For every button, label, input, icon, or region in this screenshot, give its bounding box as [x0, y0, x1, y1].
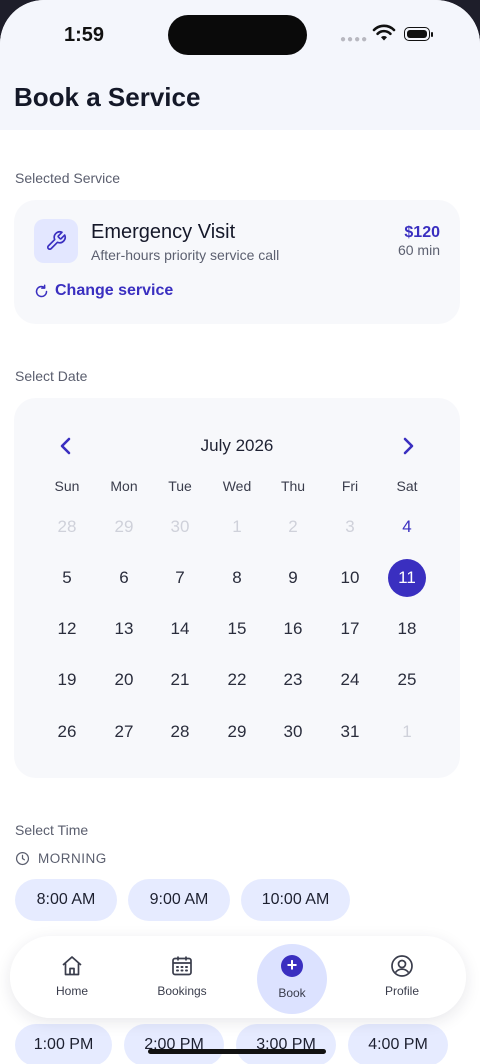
tab-bookings[interactable]: Bookings	[132, 936, 232, 1018]
tab-bar: Home Bookings + Book Profile	[10, 936, 466, 1018]
calendar-day[interactable]: 22	[218, 661, 256, 699]
calendar-day[interactable]: 15	[218, 610, 256, 648]
calendar-day[interactable]: 17	[331, 610, 369, 648]
calendar: July 2026 Sun Mon Tue Wed Thu Fri Sat 28 29 30 1 2 3…	[14, 398, 460, 778]
calendar-day[interactable]: 8	[218, 559, 256, 597]
weekday-label: Tue	[168, 478, 192, 494]
page-title: Book a Service	[14, 82, 201, 112]
cellular-signal-icon: ●●●●	[340, 34, 369, 45]
calendar-day[interactable]: 19	[48, 661, 86, 699]
tab-profile-label: Profile	[384, 984, 419, 998]
calendar-day[interactable]: 14	[161, 610, 199, 648]
change-service-label: Change service	[55, 282, 174, 299]
time-slot-morning[interactable]: 8:00 AM	[15, 879, 117, 921]
time-slot-afternoon[interactable]: 3:00 PM	[236, 1024, 336, 1064]
service-name: Emergency Visit	[91, 221, 236, 243]
time-slot-afternoon[interactable]: 1:00 PM	[15, 1024, 112, 1064]
screen: 1:59 ●●●● Book a Service Selected Servic…	[0, 0, 480, 1064]
calendar-day[interactable]: 24	[331, 661, 369, 699]
plus-circle-icon: +	[281, 955, 303, 977]
weekday-label: Sun	[54, 478, 80, 494]
calendar-day[interactable]: 21	[161, 661, 199, 699]
morning-header: MORNING	[15, 851, 107, 866]
calendar-day[interactable]: 23	[274, 661, 312, 699]
calendar-day-disabled: 29	[114, 517, 134, 536]
tab-bookings-label: Bookings	[157, 984, 207, 998]
time-slot-morning[interactable]: 9:00 AM	[128, 879, 230, 921]
calendar-day-disabled: 2	[288, 517, 298, 536]
weekday-label: Sat	[396, 478, 418, 494]
calendar-icon	[172, 956, 192, 976]
select-time-label: Select Time	[15, 822, 89, 838]
calendar-day-disabled: 3	[345, 517, 355, 536]
calendar-day[interactable]: 28	[161, 713, 199, 751]
weekday-label: Wed	[222, 478, 252, 494]
calendar-day[interactable]: 29	[218, 713, 256, 751]
tab-home[interactable]: Home	[22, 936, 122, 1018]
home-indicator	[148, 1049, 326, 1054]
calendar-day[interactable]: 4	[388, 508, 426, 546]
calendar-day[interactable]: 13	[105, 610, 143, 648]
calendar-day[interactable]: 30	[274, 713, 312, 751]
battery-icon	[404, 27, 433, 41]
service-card: Emergency Visit After-hours priority ser…	[14, 200, 460, 324]
select-date-label: Select Date	[15, 368, 88, 384]
chevron-right-icon	[403, 437, 414, 455]
service-description: After-hours priority service call	[91, 247, 280, 263]
calendar-day[interactable]: 5	[48, 559, 86, 597]
time-slot-morning[interactable]: 10:00 AM	[241, 879, 350, 921]
morning-label: MORNING	[38, 851, 107, 866]
dynamic-island	[168, 15, 307, 55]
weekday-label: Mon	[110, 478, 138, 494]
status-time: 1:59	[64, 24, 105, 46]
tab-book-label: Book	[278, 986, 306, 1000]
calendar-day-disabled: 30	[170, 517, 190, 536]
change-service-button[interactable]: Change service	[34, 282, 173, 300]
calendar-day[interactable]: 9	[274, 559, 312, 597]
calendar-day[interactable]: 26	[48, 713, 86, 751]
calendar-day[interactable]: 6	[105, 559, 143, 597]
weekday-label: Fri	[341, 478, 359, 494]
calendar-day-selected[interactable]: 11	[388, 559, 426, 597]
calendar-day[interactable]: 10	[331, 559, 369, 597]
user-circle-icon	[391, 955, 413, 977]
weekday-label: Thu	[280, 478, 306, 494]
selected-service-label: Selected Service	[15, 170, 121, 186]
clock-icon	[15, 851, 30, 866]
wifi-icon	[372, 24, 396, 41]
tab-home-label: Home	[55, 984, 88, 998]
calendar-day[interactable]: 16	[274, 610, 312, 648]
refresh-icon	[35, 284, 48, 297]
calendar-day-disabled: 28	[57, 517, 77, 536]
calendar-day[interactable]: 12	[48, 610, 86, 648]
home-icon	[62, 956, 82, 976]
calendar-day[interactable]: 25	[388, 661, 426, 699]
calendar-day-disabled: 1	[402, 722, 412, 741]
service-duration: 60 min	[397, 242, 440, 258]
next-month-button[interactable]	[394, 432, 422, 460]
calendar-day[interactable]: 18	[388, 610, 426, 648]
service-price: $120	[404, 224, 440, 241]
calendar-day[interactable]: 20	[105, 661, 143, 699]
tab-profile[interactable]: Profile	[352, 936, 452, 1018]
calendar-day[interactable]: 7	[161, 559, 199, 597]
tab-book[interactable]: + Book	[242, 936, 342, 1018]
time-slot-afternoon[interactable]: 4:00 PM	[348, 1024, 448, 1064]
calendar-day-disabled: 1	[232, 517, 242, 536]
wrench-icon	[34, 219, 78, 263]
calendar-day[interactable]: 27	[105, 713, 143, 751]
calendar-day[interactable]: 31	[331, 713, 369, 751]
time-slot-afternoon[interactable]: 2:00 PM	[124, 1024, 224, 1064]
